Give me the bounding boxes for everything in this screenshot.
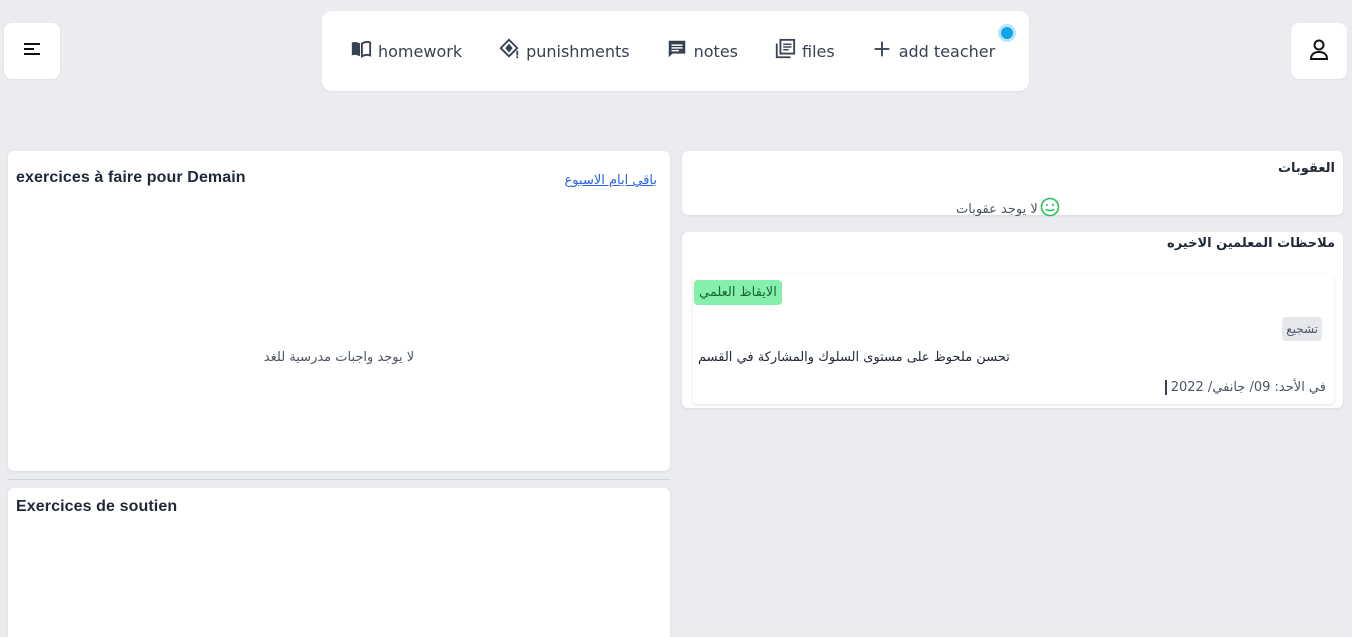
note-item: الايقاظ العلمي تشجيع تحسن ملحوظ على مستو… [693, 274, 1334, 404]
punishments-card: العقوبات لا يوجد عقوبات [682, 151, 1343, 217]
plus-icon [871, 38, 893, 64]
smile-icon [1040, 197, 1060, 221]
soutien-title: Exercices de soutien [16, 498, 178, 515]
menu-button[interactable] [4, 23, 60, 79]
top-navigation: homework punishments notes files add tea… [322, 11, 1029, 91]
notification-dot [998, 24, 1016, 42]
user-icon [1309, 38, 1329, 64]
teacher-notes-title: ملاحظات المعلمين الاخيره [1167, 236, 1335, 251]
profile-button[interactable] [1291, 23, 1347, 79]
nav-add-teacher-label: add teacher [898, 41, 996, 61]
nav-homework-label: homework [378, 41, 463, 61]
soutien-card: Exercices de soutien [8, 488, 670, 637]
book-open-icon [350, 38, 372, 64]
divider [8, 479, 670, 480]
homework-empty-text: لا يوجد واجبات مدرسية للغد [263, 350, 415, 365]
diamond-alert-icon [498, 38, 520, 64]
nav-punishments[interactable]: punishments [498, 38, 630, 64]
menu-icon [22, 39, 42, 63]
punishments-empty: لا يوجد عقوبات [956, 197, 1060, 221]
punishments-empty-text: لا يوجد عقوبات [956, 201, 1038, 217]
nav-files-label: files [802, 41, 835, 61]
nav-files[interactable]: files [774, 38, 835, 64]
nav-homework[interactable]: homework [350, 38, 462, 64]
rest-of-week-link[interactable]: باقي ايام الاسبوع [565, 173, 657, 188]
nav-notes-label: notes [693, 41, 739, 61]
nav-punishments-label: punishments [526, 41, 630, 61]
note-date: في الأحد: 09/ جانفي/ 2022 [1164, 380, 1326, 395]
note-text: تحسن ملحوظ على مستوى السلوك والمشاركة في… [698, 350, 1010, 365]
subject-badge: الايقاظ العلمي [694, 280, 782, 305]
teacher-notes-card: ملاحظات المعلمين الاخيره الايقاظ العلمي … [682, 232, 1343, 408]
homework-title: exercices à faire pour Demain [16, 169, 246, 186]
note-icon [666, 38, 688, 64]
library-icon [774, 38, 796, 64]
nav-notes[interactable]: notes [666, 38, 738, 64]
nav-add-teacher[interactable]: add teacher [871, 38, 995, 64]
punishments-title: العقوبات [1277, 161, 1335, 176]
note-type-badge: تشجيع [1282, 317, 1322, 341]
homework-card: exercices à faire pour Demain باقي ايام … [8, 151, 670, 471]
